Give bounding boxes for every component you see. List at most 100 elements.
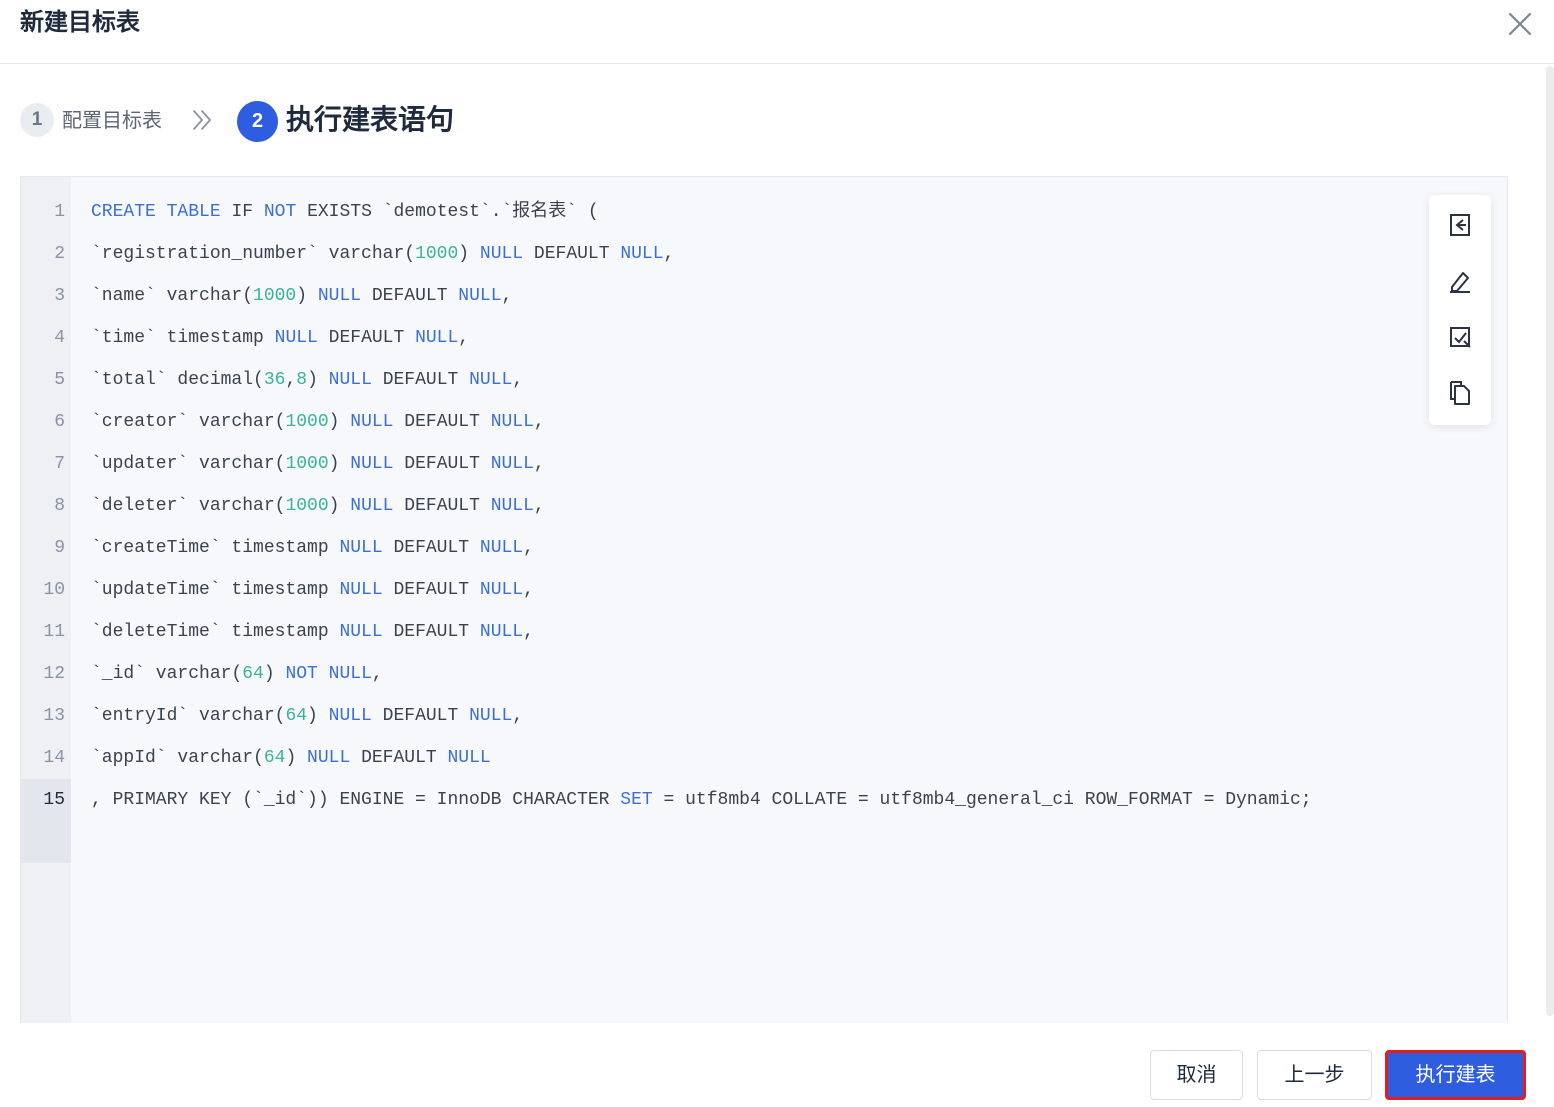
code-line: `registration_number` varchar(1000) NULL…: [91, 233, 1411, 275]
code-token: 1000: [285, 454, 329, 474]
code-token: DEFAULT: [382, 580, 480, 600]
code-line: `time` timestamp NULL DEFAULT NULL,: [91, 317, 1411, 359]
code-token: DEFAULT: [393, 496, 491, 516]
copy-icon[interactable]: [1446, 379, 1474, 407]
execute-create-table-button[interactable]: 执行建表: [1385, 1050, 1526, 1100]
line-number: 15: [21, 779, 71, 863]
code-token: 1000: [285, 412, 329, 432]
code-token: ): [458, 244, 480, 264]
sql-code[interactable]: CREATE TABLE IF NOT EXISTS `demotest`.`报…: [91, 191, 1411, 863]
code-token: NULL: [328, 664, 372, 684]
code-line: `appId` varchar(64) NULL DEFAULT NULL: [91, 737, 1411, 779]
line-number: 2: [54, 244, 65, 264]
double-chevron-right-icon: [190, 108, 214, 132]
code-token: `name` varchar(: [91, 286, 254, 306]
code-line: `_id` varchar(64) NOT NULL,: [91, 653, 1411, 695]
code-token: NULL: [469, 706, 513, 726]
code-token: DEFAULT: [523, 244, 621, 264]
code-line: `deleteTime` timestamp NULL DEFAULT NULL…: [91, 611, 1411, 653]
cancel-button[interactable]: 取消: [1150, 1050, 1243, 1100]
code-token: `entryId` varchar(: [91, 706, 286, 726]
code-token: SET: [620, 790, 653, 810]
steps-bar: 1 配置目标表 2 执行建表语句: [20, 99, 720, 143]
code-token: TABLE: [166, 202, 221, 222]
edit-icon[interactable]: [1446, 267, 1474, 295]
line-number: 1: [54, 202, 65, 222]
code-token: ): [285, 748, 308, 768]
line-number-gutter: 1 2 3 4 5 6 7 8 9 10 11 12 13 14 15: [21, 177, 71, 1023]
step-2-number: 2: [237, 101, 278, 142]
code-token: ): [296, 286, 318, 306]
code-token: `deleter` varchar(: [91, 496, 286, 516]
line-number: 12: [43, 664, 65, 684]
code-token: ,: [458, 328, 470, 348]
code-token: ,: [533, 412, 545, 432]
code-token: `appId` varchar(: [91, 748, 264, 768]
code-line: `createTime` timestamp NULL DEFAULT NULL…: [91, 527, 1411, 569]
code-token: `registration_number` varchar(: [91, 244, 416, 264]
code-token: NULL: [490, 496, 534, 516]
code-token: ): [307, 370, 329, 390]
format-icon[interactable]: [1446, 211, 1474, 239]
step-1-number: 1: [20, 103, 54, 137]
code-token: ): [328, 496, 351, 516]
code-token: DEFAULT: [361, 286, 459, 306]
code-token: DEFAULT: [382, 622, 480, 642]
code-token: NULL: [339, 538, 383, 558]
code-token: NULL: [339, 622, 383, 642]
code-token: NULL: [479, 538, 524, 558]
code-token: = utf8mb4 COLLATE = utf8mb4_general_ci R…: [652, 790, 1312, 810]
code-token: `createTime` timestamp: [91, 538, 340, 558]
code-token: ): [328, 454, 351, 474]
close-icon[interactable]: [1504, 8, 1536, 40]
code-token: 1000: [285, 496, 329, 516]
code-token: NULL: [469, 370, 513, 390]
code-token: NULL: [447, 748, 491, 768]
code-token: NULL: [317, 286, 362, 306]
code-token: 64: [263, 748, 286, 768]
code-token: NULL: [328, 370, 372, 390]
code-token: ,: [523, 622, 534, 642]
code-token: EXISTS `demotest`.`报名表` (: [296, 202, 599, 222]
code-token: NULL: [350, 412, 394, 432]
line-number: 14: [43, 748, 65, 768]
previous-step-button[interactable]: 上一步: [1257, 1050, 1372, 1100]
code-token: NULL: [307, 748, 351, 768]
code-token: ,: [533, 496, 545, 516]
code-token: `_id` varchar(: [91, 664, 243, 684]
code-token: ,: [371, 664, 383, 684]
code-token: NULL: [479, 622, 524, 642]
code-line: `entryId` varchar(64) NULL DEFAULT NULL,: [91, 695, 1411, 737]
line-number: 10: [43, 580, 65, 600]
code-token: NULL: [339, 580, 383, 600]
code-token: ,: [523, 538, 534, 558]
code-token: DEFAULT: [371, 706, 470, 726]
code-token: 8: [296, 370, 308, 390]
code-token: ): [307, 706, 329, 726]
code-line: `deleter` varchar(1000) NULL DEFAULT NUL…: [91, 485, 1411, 527]
line-number: 6: [54, 412, 65, 432]
code-token: NULL: [458, 286, 502, 306]
code-token: 64: [285, 706, 308, 726]
code-token: DEFAULT: [350, 748, 448, 768]
code-token: ,: [512, 370, 524, 390]
code-token: `deleteTime` timestamp: [91, 622, 340, 642]
code-line: `total` decimal(36,8) NULL DEFAULT NULL,: [91, 359, 1411, 401]
code-token: 1000: [253, 286, 297, 306]
step-1-label: 配置目标表: [62, 110, 162, 132]
check-icon[interactable]: [1446, 323, 1474, 351]
scrollbar[interactable]: [1546, 66, 1554, 1016]
code-token: NULL: [479, 244, 524, 264]
sql-editor[interactable]: 1 2 3 4 5 6 7 8 9 10 11 12 13 14 15 CREATE TABLE IF NO…: [20, 176, 1508, 1023]
code-token: , PRIMARY KEY (`_id`)) ENGINE = InnoDB C…: [91, 790, 621, 810]
line-number: 8: [54, 496, 65, 516]
code-token: `creator` varchar(: [91, 412, 286, 432]
code-token: NOT: [285, 664, 318, 684]
line-number: 5: [54, 370, 65, 390]
code-line: `updateTime` timestamp NULL DEFAULT NULL…: [91, 569, 1411, 611]
code-token: ,: [663, 244, 675, 264]
code-token: IF: [220, 202, 264, 222]
code-token: `updater` varchar(: [91, 454, 286, 474]
